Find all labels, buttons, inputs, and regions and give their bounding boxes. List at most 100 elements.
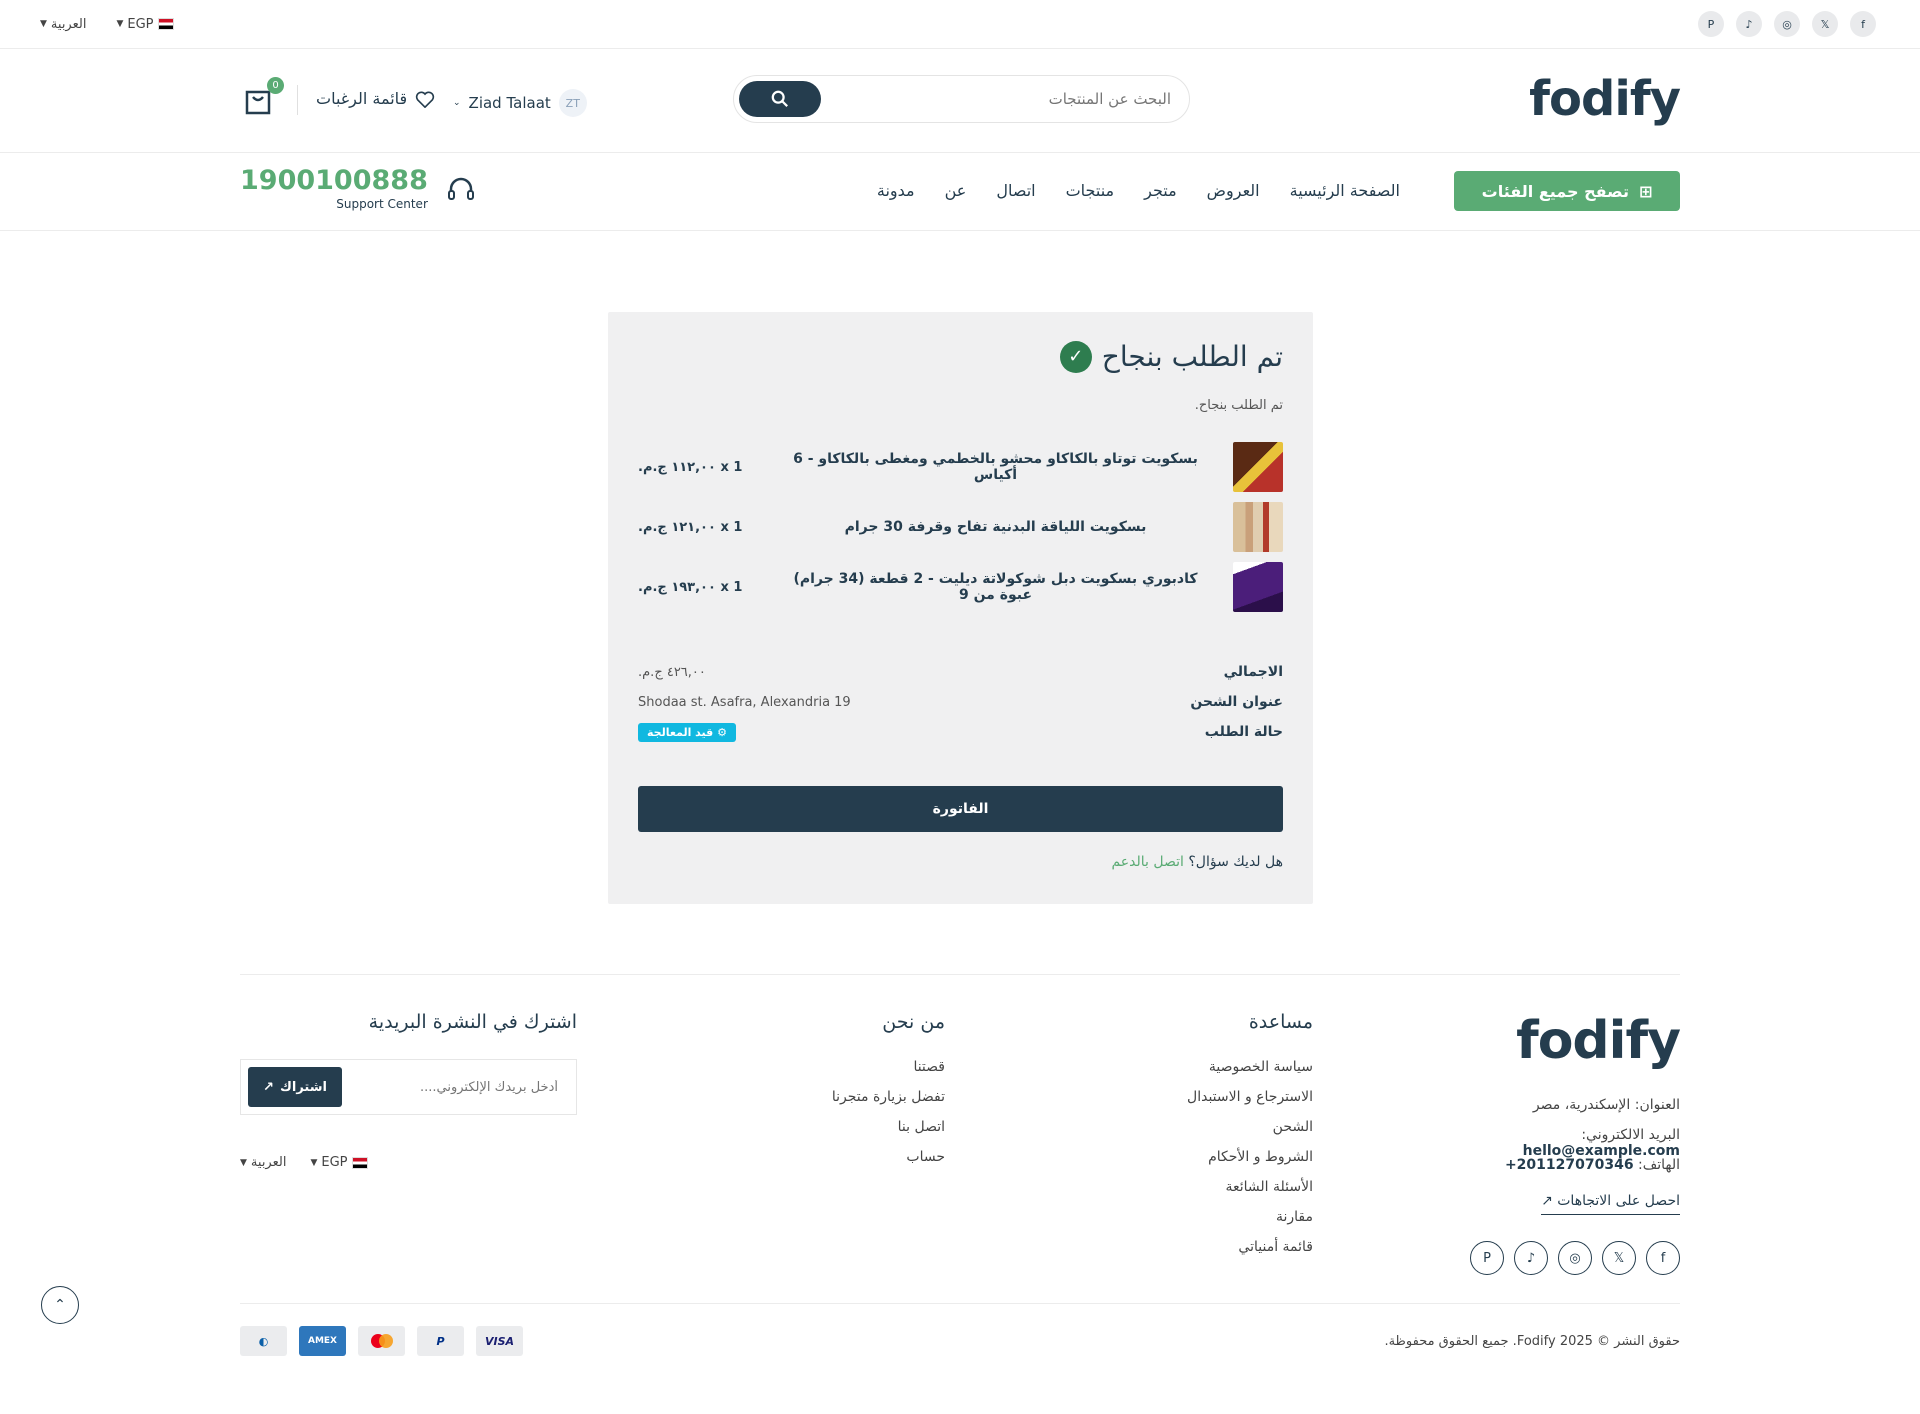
footer-email: البريد الالكتروني: hello@example.com [1522,1127,1680,1159]
mastercard-icon [358,1326,405,1356]
get-directions-link[interactable]: احصل على الاتجاهات ↗ [1541,1193,1680,1215]
footer-selectors: ▼ العربية ▼ EGP [240,1155,577,1170]
footer-link[interactable]: الأسئلة الشائعة [1187,1179,1314,1209]
nav-item-contact[interactable]: اتصال [996,181,1035,200]
list-item: بسكويت توتاو بالكاكاو محشو بالخطمي ومغطى… [638,437,1283,497]
instagram-icon[interactable]: ◎ [1558,1241,1592,1275]
x-icon[interactable]: 𝕏 [1812,11,1838,37]
instagram-icon[interactable]: ◎ [1774,11,1800,37]
summary-row-address: عنوان الشحن Shodaa st. Asafra, Alexandri… [638,694,1283,710]
copyright: حقوق النشر © Fodify 2025. جميع الحقوق مح… [1384,1333,1680,1349]
payment-methods: ◐ AMEX P VISA [240,1326,523,1356]
egypt-flag-icon [351,1156,368,1169]
newsletter-form: اشتراك↗ [240,1059,577,1115]
footer-logo[interactable]: fodify [1430,1011,1681,1071]
pinterest-icon[interactable]: P [1698,11,1724,37]
egypt-flag-icon [157,18,174,30]
total-value: ٤٢٦,٠٠ ج.م. [638,664,706,680]
footer-bottom: حقوق النشر © Fodify 2025. جميع الحقوق مح… [240,1303,1680,1356]
headset-icon [447,177,474,200]
support-label: Support Center [336,197,428,211]
footer-link[interactable]: سياسة الخصوصية [1187,1059,1313,1089]
product-qty-price: x 1 ١١٢,٠٠ ج.م. [638,459,743,475]
footer-help-column: مساعدة سياسة الخصوصية الاسترجاع و الاستب… [1187,1011,1313,1269]
invoice-button[interactable]: الفاتورة [638,786,1283,832]
footer-link[interactable]: مقارنة [1187,1209,1313,1239]
back-to-top-button[interactable]: ⌃ [41,1286,79,1324]
logo[interactable]: fodify [1529,71,1681,127]
search-button[interactable] [739,81,821,117]
tiktok-icon[interactable]: ♪ [1736,11,1762,37]
visa-icon: VISA [476,1326,523,1356]
language-dropdown[interactable]: ▼ العربية [40,17,86,32]
footer-about-title: من نحن [882,1011,945,1033]
diners-club-icon: ◐ [240,1326,287,1356]
nav-item-home[interactable]: الصفحة الرئيسية [1290,181,1400,200]
cart-button[interactable]: 0 [240,77,284,117]
product-image [1233,502,1283,552]
nav-item-blog[interactable]: مدونة [877,181,915,200]
arrow-up-right-icon: ↗ [1541,1193,1553,1209]
footer-brand: fodify العنوان: الإسكندرية، مصر البريد ا… [1430,1011,1681,1275]
heart-icon [416,91,435,108]
facebook-icon[interactable]: f [1646,1241,1680,1275]
footer-link[interactable]: الشحن [1187,1119,1313,1149]
currency-dropdown[interactable]: ▼ EGP [116,17,174,32]
summary-row-total: الاجمالي ٤٢٦,٠٠ ج.م. [638,664,1283,680]
x-icon[interactable]: 𝕏 [1602,1241,1636,1275]
list-item: بسكويت اللياقة البدنية تفاح وقرفة 30 جرا… [638,497,1283,557]
product-name: بسكويت اللياقة البدنية تفاح وقرفة 30 جرا… [844,519,1147,535]
avatar: ZT [558,89,587,117]
footer-newsletter: اشترك في النشرة البريدية اشتراك↗ ▼العربي… [240,1011,577,1170]
subscribe-button[interactable]: اشتراك ↗ [248,1067,342,1107]
footer-link[interactable]: قصتنا [832,1059,945,1089]
header: fodify ZT Ziad Talaat ⌄ قائمة الرغبات 0 [0,49,1920,153]
check-circle-icon: ✓ [1059,340,1092,373]
search-input[interactable] [821,90,1171,108]
chevron-up-icon: ⌃ [54,1297,66,1313]
nav-item-products[interactable]: منتجات [1066,181,1115,200]
nav-item-shop[interactable]: متجر [1144,181,1177,200]
product-name: بسكويت توتاو بالكاكاو محشو بالخطمي ومغطى… [793,451,1198,483]
cart-count-badge: 0 [267,77,284,94]
order-items: بسكويت توتاو بالكاكاو محشو بالخطمي ومغطى… [638,437,1283,617]
footer-link[interactable]: حساب [832,1149,945,1179]
footer-link[interactable]: اتصل بنا [832,1119,945,1149]
amex-icon: AMEX [299,1326,346,1356]
footer-link[interactable]: تفضل بزيارة متجرنا [832,1089,945,1119]
product-image [1233,562,1283,612]
nav-item-offers[interactable]: العروض [1207,181,1260,200]
caret-down-icon: ▼ [240,1157,247,1168]
newsletter-email-input[interactable] [378,1079,558,1095]
divider [297,85,298,115]
user-name: Ziad Talaat [468,94,551,112]
currency-dropdown[interactable]: ▼ EGP [310,1155,368,1170]
top-bar: P ♪ ◎ 𝕏 f ▼ العربية ▼ EGP [0,0,1920,49]
product-qty-price: x 1 ١٢١,٠٠ ج.م. [638,519,743,535]
order-confirmation-card: تم الطلب بنجاح ✓ تم الطلب بنجاح. بسكويت … [608,312,1313,904]
nav-item-about[interactable]: عن [945,181,967,200]
list-item: كادبوري بسكويت دبل شوكولاتة ديليت - 2 قط… [638,557,1283,617]
newsletter-title: اشترك في النشرة البريدية [368,1011,577,1033]
language-dropdown[interactable]: ▼ العربية [240,1155,286,1170]
paypal-icon: P [417,1326,464,1356]
footer-link[interactable]: الاسترجاع و الاستبدال [1187,1089,1313,1119]
order-summary: الاجمالي ٤٢٦,٠٠ ج.م. عنوان الشحن Shodaa … [638,657,1283,747]
pinterest-icon[interactable]: P [1470,1241,1504,1275]
facebook-icon[interactable]: f [1850,11,1876,37]
tiktok-icon[interactable]: ♪ [1514,1241,1548,1275]
user-menu[interactable]: ZT Ziad Talaat ⌄ [453,89,587,117]
support-center: 1900100888 Support Center [240,167,476,211]
caret-down-icon: ▼ [310,1157,318,1168]
footer-link[interactable]: الشروط و الأحكام [1187,1149,1313,1179]
browse-categories-button[interactable]: ⊞ تصفح جميع الفئات [1454,171,1680,211]
support-phone[interactable]: 1900100888 [240,167,428,194]
contact-support-link[interactable]: اتصل بالدعم [1111,854,1183,870]
wishlist-link[interactable]: قائمة الرغبات [316,89,435,108]
shipping-address: Shodaa st. Asafra, Alexandria 19 [638,694,851,710]
arrow-up-right-icon: ↗ [263,1079,274,1095]
footer-link[interactable]: قائمة أمنياتي [1187,1239,1313,1269]
search-bar [733,75,1190,123]
gear-icon: ⚙ [717,725,727,739]
product-image [1233,442,1283,492]
